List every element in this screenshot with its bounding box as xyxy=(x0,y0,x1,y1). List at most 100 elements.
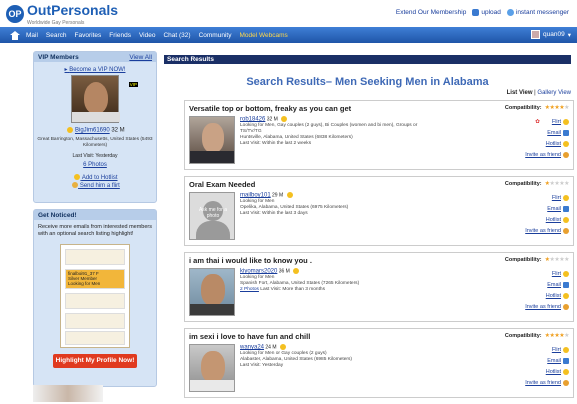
vip-photos-link[interactable]: 6 Photos xyxy=(34,162,156,168)
card-title[interactable]: im sexi i love to have fun and chill xyxy=(189,332,310,341)
main-content: Search Results Search Results– Men Seeki… xyxy=(164,55,574,404)
extend-membership-link[interactable]: Extend Our Membership xyxy=(396,9,466,16)
profile-photo-placeholder[interactable]: Ask me for a photo xyxy=(189,192,235,240)
profile-location: Opelika, Alabama, United States (6975 Ki… xyxy=(240,205,349,211)
compatibility: Compatibility: ★★★★★ xyxy=(505,256,570,264)
email-label: Email xyxy=(547,282,561,288)
online-status-icon xyxy=(279,344,286,350)
add-hotlist-label: Add to Hotlist xyxy=(81,174,118,181)
add-hotlist-link[interactable]: Add to Hotlist xyxy=(34,174,156,182)
ad-image[interactable] xyxy=(33,385,103,402)
logo-badge: OP xyxy=(6,5,24,23)
flirt-action[interactable]: ✿ Flirt xyxy=(519,117,569,128)
profile-photo[interactable] xyxy=(189,116,235,164)
gallery-view-link[interactable]: Gallery View xyxy=(537,90,571,96)
hotlist-action[interactable]: Hotlist xyxy=(519,215,569,226)
shirt-shape xyxy=(190,304,234,315)
friends-icon xyxy=(563,227,569,234)
send-flirt-link[interactable]: Send him a flirt xyxy=(34,182,156,190)
invite-friend-action[interactable]: Invite as friend xyxy=(519,226,569,237)
preview-row xyxy=(65,313,125,329)
profile-username[interactable]: wanya24 xyxy=(240,344,264,350)
compat-stars: ★★★★★ xyxy=(544,105,570,111)
send-flirt-label: Send him a flirt xyxy=(79,182,120,189)
profile-last-visit: Last Visit: Within the last 2 weeks xyxy=(240,141,312,147)
card-actions: Flirt Email Hotlist Invite as friend xyxy=(519,345,569,389)
card-title[interactable]: Oral Exam Needed xyxy=(189,180,255,189)
nav-search[interactable]: Search xyxy=(46,32,67,39)
vip-member-photo[interactable] xyxy=(71,75,120,123)
invite-friend-label: Invite as friend xyxy=(525,228,561,234)
hotlist-action[interactable]: Hotlist xyxy=(519,139,569,150)
profile-photos-link[interactable]: 2 Photos xyxy=(240,287,259,292)
compatibility: Compatibility: ★★★★★ xyxy=(504,180,570,188)
envelope-icon xyxy=(563,205,569,212)
hotlist-label: Hotlist xyxy=(545,141,561,147)
card-title[interactable]: Versatile top or bottom, freaky as you c… xyxy=(189,104,351,113)
become-vip-label: Become a VIP NOW! xyxy=(69,67,126,73)
smiley-icon xyxy=(563,346,569,353)
preview-looking: Looking for Men xyxy=(68,281,101,286)
envelope-icon xyxy=(563,281,569,288)
flirt-action[interactable]: Flirt xyxy=(519,269,569,280)
compatibility: Compatibility: ★★★★★ xyxy=(505,332,570,340)
vip-header: VIP Members View All xyxy=(34,52,156,62)
invite-friend-label: Invite as friend xyxy=(525,380,561,386)
list-view-label[interactable]: List View xyxy=(507,90,533,96)
get-noticed-text: Receive more emails from interested memb… xyxy=(38,224,153,237)
vip-username[interactable]: BigJim61690 xyxy=(75,128,110,134)
instant-messenger-link[interactable]: instant messenger xyxy=(506,9,569,16)
result-card: i am thai i would like to know you . Com… xyxy=(184,252,574,322)
user-menu[interactable]: quan09 ▾ xyxy=(531,30,571,39)
upload-link[interactable]: upload xyxy=(472,9,501,16)
flirt-label: Flirt xyxy=(551,119,561,125)
email-action[interactable]: Email xyxy=(519,204,569,215)
vip-last-visit: Last Visit: Yesterday xyxy=(72,152,118,159)
nav-community[interactable]: Community xyxy=(199,32,232,39)
envelope-icon xyxy=(563,357,569,364)
card-title[interactable]: i am thai i would like to know you . xyxy=(189,256,312,265)
compat-label: Compatibility: xyxy=(504,180,542,187)
invite-friend-action[interactable]: Invite as friend xyxy=(519,150,569,161)
nav-model-webcams[interactable]: Model Webcams xyxy=(239,32,287,39)
vip-view-all-link[interactable]: View All xyxy=(129,54,152,61)
flirt-icon xyxy=(72,182,79,188)
nav-mail[interactable]: Mail xyxy=(26,32,38,39)
hotlist-action[interactable]: Hotlist xyxy=(519,367,569,378)
preview-highlighted-row: finalboi91_37 F Silver Member Looking fo… xyxy=(65,269,125,289)
results-list: Versatile top or bottom, freaky as you c… xyxy=(184,100,574,398)
email-action[interactable]: Email xyxy=(519,356,569,367)
profile-info: kiyomars2020 36 M Looking for Men Spanis… xyxy=(240,268,440,293)
vip-location: Great Barrington, Massachusetts, United … xyxy=(37,136,153,148)
profile-username[interactable]: mailboy101 xyxy=(240,192,271,198)
become-vip-link[interactable]: ▸ Become a VIP NOW! xyxy=(34,66,156,73)
vip-actions: Add to Hotlist Send him a flirt xyxy=(34,174,156,190)
vip-badge: VIP xyxy=(128,82,138,87)
hotlist-label: Hotlist xyxy=(545,217,561,223)
invite-friend-action[interactable]: Invite as friend xyxy=(519,302,569,313)
arrow-right-icon: ▸ xyxy=(64,67,68,73)
view-toggle: List View | Gallery View xyxy=(506,90,571,96)
invite-friend-action[interactable]: Invite as friend xyxy=(519,378,569,389)
logo-tagline: Worldwide Gay Personals xyxy=(27,20,85,26)
nav-friends[interactable]: Friends xyxy=(109,32,131,39)
profile-username[interactable]: rob18426 xyxy=(240,116,265,122)
profile-looking: Looking for Men xyxy=(240,199,275,205)
profile-username[interactable]: kiyomars2020 xyxy=(240,268,277,274)
flirt-action[interactable]: Flirt xyxy=(519,193,569,204)
silhouette-body xyxy=(196,221,230,239)
email-action[interactable]: Email xyxy=(519,280,569,291)
hotlist-action[interactable]: Hotlist xyxy=(519,291,569,302)
profile-photo[interactable] xyxy=(189,268,235,316)
vip-shirt xyxy=(72,112,120,122)
nav-favorites[interactable]: Favorites xyxy=(75,32,102,39)
nav-video[interactable]: Video xyxy=(139,32,156,39)
flirt-action[interactable]: Flirt xyxy=(519,345,569,356)
site-logo[interactable]: OP OutPersonals Worldwide Gay Personals xyxy=(6,3,118,26)
email-action[interactable]: Email xyxy=(519,128,569,139)
home-icon[interactable] xyxy=(10,30,20,40)
hotlist-icon xyxy=(74,174,81,180)
highlight-profile-button[interactable]: Highlight My Profile Now! xyxy=(53,354,137,368)
profile-photo[interactable] xyxy=(189,344,235,392)
nav-chat[interactable]: Chat (32) xyxy=(163,32,190,39)
